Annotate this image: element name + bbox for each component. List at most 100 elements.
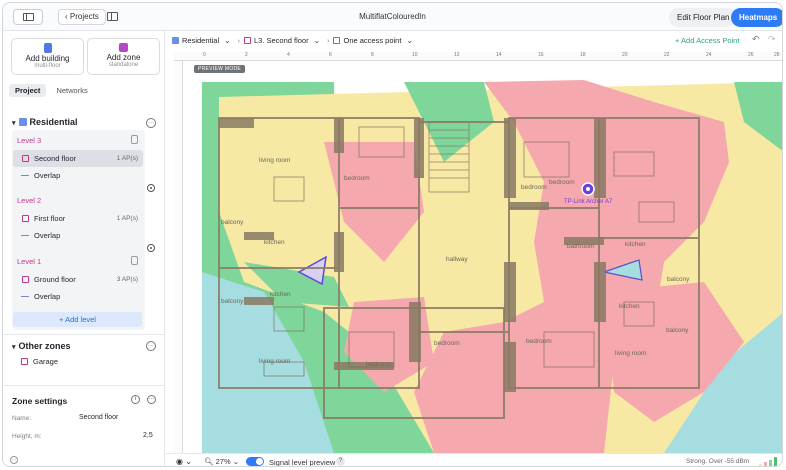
- room-label: balcony: [221, 298, 244, 305]
- room-label: bathroom: [567, 243, 594, 250]
- breadcrumb: Residential ⌄ › L3. Second floor ⌄ › One acc…: [172, 36, 416, 47]
- ap-count: 1 AP(s): [116, 215, 138, 222]
- divider: [3, 385, 164, 386]
- overlay-name: Overlap: [34, 231, 61, 240]
- tab-networks[interactable]: Networks: [50, 84, 93, 97]
- breadcrumb-scenario[interactable]: One access point ⌄: [333, 36, 413, 45]
- add-access-point-button[interactable]: + Add Access Point: [675, 36, 739, 45]
- overlay-item[interactable]: Overlap: [13, 167, 143, 184]
- floor-name: Second floor: [34, 154, 77, 163]
- building-name: Residential: [29, 117, 78, 127]
- ruler-tick: 16: [538, 52, 544, 58]
- redo-icon[interactable]: ↷: [768, 34, 776, 45]
- edit-floor-plan-button[interactable]: Edit Floor Plan: [669, 8, 738, 27]
- ruler-tick: 26: [748, 52, 754, 58]
- ruler-tick: 0: [203, 52, 206, 58]
- heatmap-canvas[interactable]: living room bedroom bedroom bedroom balc…: [184, 62, 782, 453]
- zone-settings-menu-button[interactable]: ···: [147, 395, 156, 404]
- breadcrumb-building[interactable]: Residential ⌄: [172, 36, 230, 45]
- zone-name: Garage: [33, 357, 59, 366]
- room-label: balcony: [221, 219, 244, 226]
- room-label: kitchen: [264, 239, 285, 246]
- overlay-icon: [21, 296, 29, 297]
- ap-count: 3 AP(s): [116, 276, 138, 283]
- level-label: Level 1: [17, 257, 42, 266]
- overlay-name: Overlap: [34, 171, 61, 180]
- room-label: hallway: [446, 256, 468, 263]
- chevron-down-icon: ▾: [12, 344, 16, 351]
- ruler-tick: 12: [454, 52, 460, 58]
- level-link-icon[interactable]: [147, 184, 155, 192]
- undo-icon[interactable]: ↶: [752, 34, 760, 45]
- breadcrumb-scenario-label: One access point: [343, 36, 402, 45]
- room-label: living room: [615, 350, 646, 357]
- other-zones-title: Other zones: [18, 341, 71, 351]
- ruler-tick: 6: [329, 52, 332, 58]
- divider: [3, 334, 164, 335]
- level-label: Level 2: [17, 196, 42, 205]
- floor-item-ground[interactable]: Ground floor 3 AP(s): [13, 271, 143, 288]
- level-link-icon[interactable]: [147, 244, 155, 252]
- sidebar: Add building multi-floor Add zone standa…: [3, 31, 165, 466]
- floor-icon: [22, 215, 29, 222]
- levels-list: Level 3 Second floor 1 AP(s) Overlap Lev…: [12, 130, 145, 330]
- overlay-icon: [21, 235, 29, 236]
- breadcrumb-floor[interactable]: L3. Second floor ⌄: [243, 36, 320, 45]
- tab-project[interactable]: Project: [9, 84, 47, 97]
- zone-icon: [119, 43, 128, 52]
- add-building-button[interactable]: Add building multi-floor: [11, 38, 84, 75]
- overlay-name: Overlap: [34, 292, 61, 301]
- room-label: bedroom: [366, 361, 392, 368]
- title-bar: ‹ Projects MultiflatColouredIn Edit Floo…: [3, 3, 782, 41]
- height-field[interactable]: 2,5: [143, 432, 153, 439]
- add-building-title: Add building: [25, 54, 70, 63]
- help-icon[interactable]: ?: [336, 457, 345, 466]
- settings-icon[interactable]: ···: [10, 456, 18, 464]
- info-icon[interactable]: i: [131, 395, 140, 404]
- heatmaps-button[interactable]: Heatmaps ›: [731, 8, 782, 41]
- visibility-icon[interactable]: ◉ ⌄: [176, 457, 192, 466]
- add-zone-button[interactable]: Add zone standalone: [87, 38, 160, 75]
- name-field[interactable]: Second floor: [79, 414, 118, 421]
- access-point-marker[interactable]: [581, 182, 595, 196]
- preview-mode-badge: PREVIEW MODE: [194, 65, 246, 73]
- chevron-down-icon: ▾: [12, 120, 16, 127]
- room-label: living room: [259, 157, 290, 164]
- room-label: kitchen: [270, 291, 291, 298]
- ruler-tick: 22: [664, 52, 670, 58]
- add-building-subtitle: multi-floor: [34, 63, 61, 69]
- ruler-tick: 14: [496, 52, 502, 58]
- room-label: bedroom: [549, 179, 575, 186]
- floor-name: First floor: [34, 214, 66, 223]
- building-header[interactable]: ▾ Residential: [12, 117, 78, 127]
- overlay-icon: [21, 175, 29, 176]
- floor-item-second[interactable]: Second floor 1 AP(s): [13, 150, 143, 167]
- floor-item-first[interactable]: First floor 1 AP(s): [13, 210, 143, 227]
- room-label: kitchen: [619, 303, 640, 310]
- room-label: balcony: [667, 276, 690, 283]
- ap-count: 1 AP(s): [116, 155, 138, 162]
- signal-preview-toggle[interactable]: [246, 457, 264, 466]
- breadcrumb-separator: ›: [326, 36, 330, 45]
- overlay-item[interactable]: Overlap: [13, 227, 143, 244]
- add-zone-title: Add zone: [106, 53, 141, 62]
- ruler-tick: 20: [622, 52, 628, 58]
- signal-legend: Strong. Over -55 dBm: [686, 458, 750, 465]
- ruler-tick: 8: [371, 52, 374, 58]
- other-zones-header[interactable]: ▾ Other zones: [12, 341, 71, 351]
- level-handle-icon[interactable]: [131, 256, 138, 265]
- app-window: ‹ Projects MultiflatColouredIn Edit Floo…: [2, 2, 783, 467]
- other-zones-menu-button[interactable]: ···: [146, 341, 156, 351]
- level-handle-icon[interactable]: [131, 135, 138, 144]
- room-label: living room: [259, 358, 290, 365]
- window-title: MultiflatColouredIn: [359, 12, 426, 21]
- zone-icon: [21, 358, 28, 365]
- room-label: bedroom: [434, 340, 460, 347]
- zoom-control[interactable]: 🔍︎ 27% ⌄: [204, 457, 239, 466]
- breadcrumb-floor-label: L3. Second floor: [253, 36, 309, 45]
- building-menu-button[interactable]: ···: [146, 118, 156, 128]
- add-level-button[interactable]: + Add level: [13, 312, 142, 327]
- overlay-item[interactable]: Overlap: [13, 288, 143, 305]
- zone-settings-title: Zone settings: [12, 396, 68, 406]
- zone-item-garage[interactable]: Garage: [21, 357, 58, 366]
